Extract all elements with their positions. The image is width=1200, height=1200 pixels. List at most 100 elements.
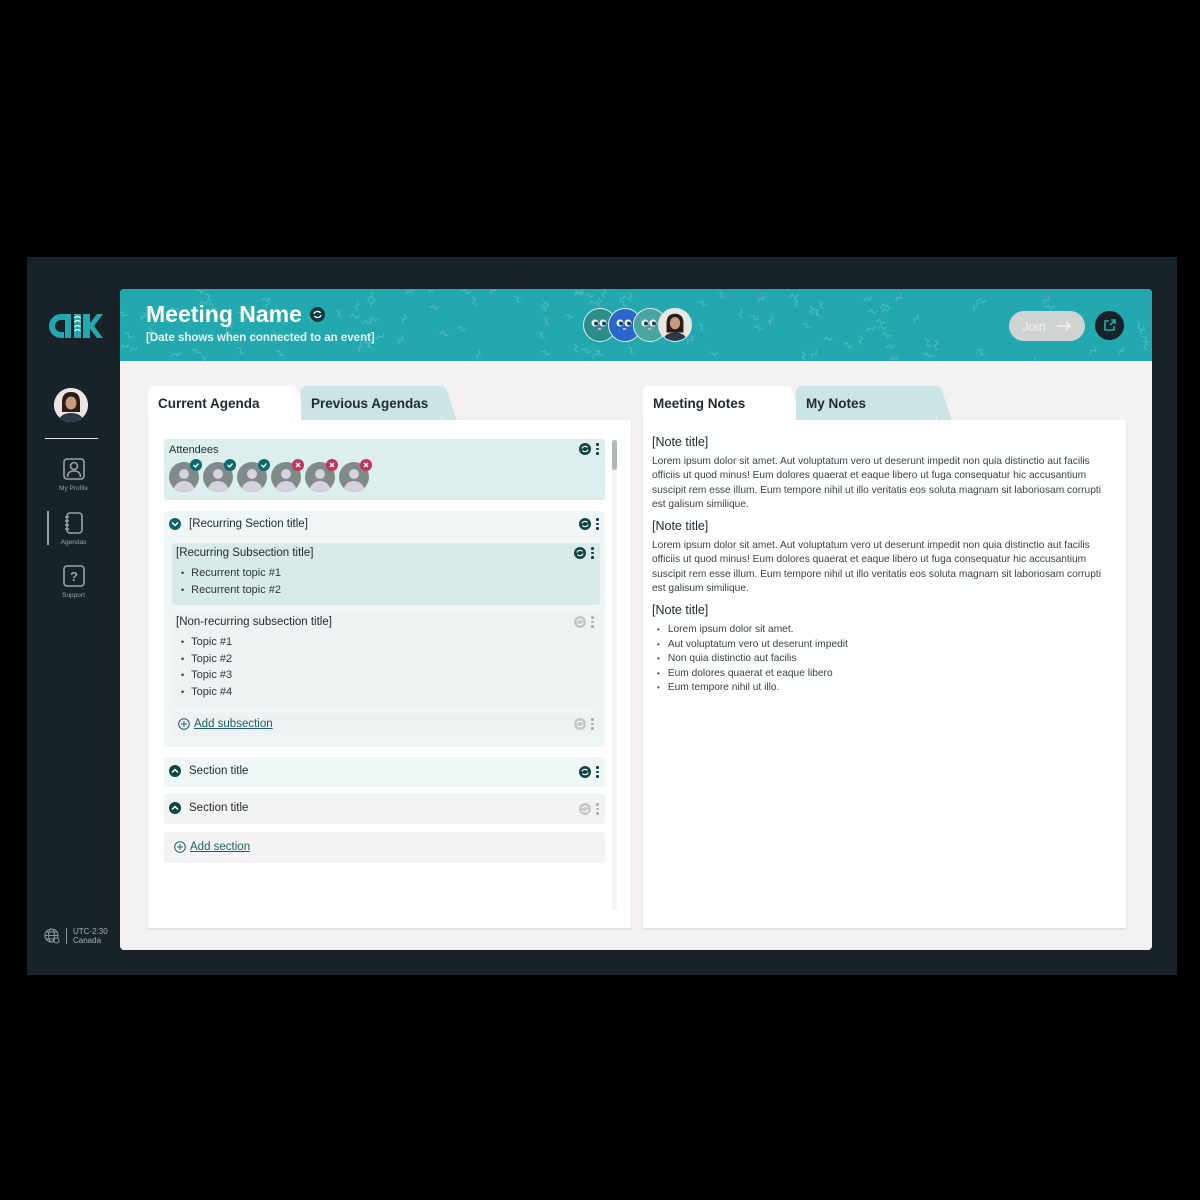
topic-item[interactable]: Topic #1 [181,634,232,651]
attendee-avatar[interactable] [169,459,202,492]
pattern-squiggle [880,302,890,309]
check-icon [190,459,202,471]
notes-tabs: Meeting Notes My Notes [643,386,936,420]
section-header[interactable]: Section title [169,802,248,814]
pattern-squiggle [581,347,591,354]
note-bullet[interactable]: Non quia distinctio aut facilis [657,652,1112,667]
participant-avatars[interactable] [583,308,692,342]
notes-body[interactable]: [Note title] Lorem ipsum dolor sit amet.… [652,435,1112,696]
more-options-icon[interactable] [596,766,599,778]
attendee-list [169,459,372,492]
x-icon [292,459,304,471]
profile-icon [62,458,85,480]
external-link-icon [1104,319,1116,331]
pattern-squiggle [1142,340,1148,351]
note-bullet[interactable]: Eum tempore nihil ut illo. [657,681,1112,696]
topic-item[interactable]: Topic #2 [181,651,232,668]
recurring-icon[interactable] [309,307,325,322]
recurring-toggle-icon[interactable] [579,518,591,530]
scrollbar-thumb[interactable] [612,440,617,470]
pattern-squiggle [350,313,361,320]
note-bullet[interactable]: Lorem ipsum dolor sit amet. [657,623,1112,638]
chevron-up-icon[interactable] [169,765,181,777]
app-logo[interactable] [47,309,103,343]
join-button[interactable]: Join [1009,311,1085,341]
note-text[interactable]: Lorem ipsum dolor sit amet. Aut voluptat… [652,539,1112,596]
more-options-icon[interactable] [596,803,599,815]
subsection-title[interactable]: [Non-recurring subsection title] [176,616,332,628]
pattern-squiggle [404,289,414,295]
tab-previous-agendas[interactable]: Previous Agendas [301,386,441,420]
note-title[interactable]: [Note title] [652,603,1112,617]
scrollbar[interactable] [612,440,617,910]
pattern-squiggle [456,325,467,332]
pattern-squiggle [922,352,933,358]
attendee-avatar[interactable] [339,459,372,492]
pattern-squiggle [475,349,482,360]
user-avatar[interactable] [54,388,88,422]
section-title[interactable]: Section title [189,802,248,814]
note-title[interactable]: [Note title] [652,435,1112,449]
pattern-squiggle [543,301,549,312]
chevron-up-icon[interactable] [169,802,181,814]
pattern-squiggle [1142,335,1150,343]
add-section-button[interactable]: Add section [174,841,250,853]
agenda-panel: Attendees [Recurring Section title] [Rec… [148,420,631,928]
note-title[interactable]: [Note title] [652,519,1112,533]
recurring-toggle-icon[interactable] [574,547,586,559]
pattern-squiggle [823,336,834,342]
sidebar-item-label: Support [62,592,85,599]
pattern-squiggle [1030,357,1036,361]
topic-item[interactable]: Topic #4 [181,684,232,701]
section-actions [579,803,599,815]
note-bullet[interactable]: Aut voluptatum vero ut deserunt impedit [657,638,1112,653]
tab-current-agenda[interactable]: Current Agenda [148,386,291,420]
sidebar-item-my-profile[interactable]: My Profile [27,457,120,492]
section-title[interactable]: Section title [189,765,248,777]
topic-item[interactable]: Recurrent topic #1 [181,565,281,582]
section-title[interactable]: [Recurring Section title] [189,518,308,530]
sidebar-item-agendas[interactable]: Agendas [27,511,120,546]
sidebar-item-support[interactable]: ? Support [27,564,120,599]
tab-meeting-notes[interactable]: Meeting Notes [643,386,786,420]
subsection-title[interactable]: [Recurring Subsection title] [176,547,313,559]
attendee-avatar[interactable] [237,459,270,492]
pattern-squiggle [698,323,706,332]
topic-item[interactable]: Topic #3 [181,667,232,684]
more-options-icon[interactable] [591,718,594,730]
note-text[interactable]: Lorem ipsum dolor sit amet. Aut voluptat… [652,455,1112,512]
chevron-down-icon[interactable] [169,518,181,530]
attendee-avatar[interactable] [203,459,236,492]
tab-my-notes[interactable]: My Notes [796,386,936,420]
more-options-icon[interactable] [591,547,594,559]
add-subsection-row: Add subsection [172,713,600,736]
add-subsection-button[interactable]: Add subsection [178,718,273,730]
section-row[interactable]: Section title [164,757,605,787]
section-row[interactable]: Section title [164,794,605,824]
more-options-icon[interactable] [596,443,599,455]
open-external-button[interactable] [1093,309,1126,342]
note-bullet[interactable]: Eum dolores quaerat et eaque libero [657,667,1112,682]
pattern-squiggle [753,325,764,331]
recurring-toggle-icon[interactable] [579,443,591,455]
pattern-squiggle [401,314,408,325]
recurring-toggle-icon[interactable] [574,718,586,730]
more-options-icon[interactable] [591,616,594,628]
attendee-avatar[interactable] [271,459,304,492]
participant-avatar[interactable] [658,308,692,342]
add-subsection-actions [574,718,594,730]
section-header[interactable]: Section title [169,765,248,777]
topic-item[interactable]: Recurrent topic #2 [181,582,281,599]
recurring-toggle-icon[interactable] [579,803,591,815]
recurring-toggle-icon[interactable] [574,616,586,628]
section-header[interactable]: [Recurring Section title] [169,518,308,530]
notes-panel[interactable]: [Note title] Lorem ipsum dolor sit amet.… [643,420,1126,928]
timezone-indicator[interactable]: UTC-2:30 Canada [44,927,108,945]
more-options-icon[interactable] [596,518,599,530]
svg-text:?: ? [70,569,78,584]
meeting-name[interactable]: Meeting Name [146,301,302,328]
attendee-avatar[interactable] [305,459,338,492]
pattern-squiggle [889,355,899,361]
pattern-squiggle [490,289,497,295]
recurring-toggle-icon[interactable] [579,766,591,778]
